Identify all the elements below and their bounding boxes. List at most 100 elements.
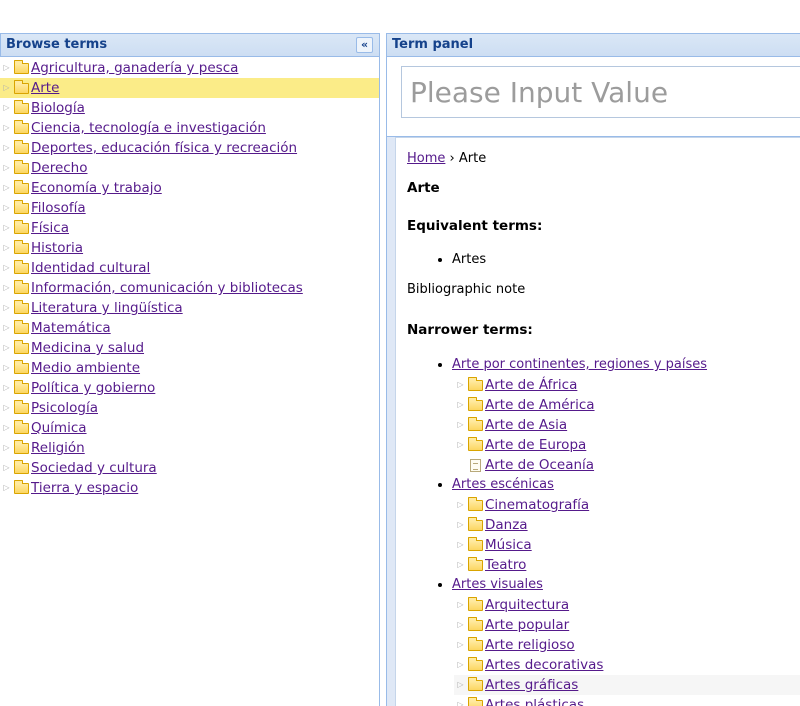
term-link[interactable]: Arquitectura — [485, 595, 569, 615]
breadcrumb-home-link[interactable]: Home — [407, 151, 445, 166]
term-link[interactable]: Deportes, educación física y recreación — [31, 138, 297, 158]
tree-node[interactable]: ▷ Economía y trabajo — [0, 178, 379, 198]
tree-node[interactable]: ▷ Tierra y espacio — [0, 478, 379, 498]
term-link[interactable]: Cinematografía — [485, 495, 589, 515]
tree-node[interactable]: Arte de Oceanía — [454, 455, 800, 475]
collapse-panel-button[interactable]: « — [356, 37, 373, 53]
expand-arrow-icon[interactable]: ▷ — [0, 238, 13, 258]
term-link[interactable]: Historia — [31, 238, 83, 258]
expand-arrow-icon[interactable]: ▷ — [0, 118, 13, 138]
tree-node[interactable]: ▷ Arte de Asia — [454, 415, 800, 435]
tree-node[interactable]: ▷ Historia — [0, 238, 379, 258]
tree-node[interactable]: ▷ Ciencia, tecnología e investigación — [0, 118, 379, 138]
expand-arrow-icon[interactable]: ▷ — [454, 515, 467, 535]
expand-arrow-icon[interactable]: ▷ — [454, 395, 467, 415]
tree-node[interactable]: ▷ Artes plásticas — [454, 695, 800, 706]
tree-node[interactable]: ▷ Religión — [0, 438, 379, 458]
expand-arrow-icon[interactable]: ▷ — [454, 435, 467, 455]
expand-arrow-icon[interactable]: ▷ — [0, 418, 13, 438]
tree-node[interactable]: ▷ Medio ambiente — [0, 358, 379, 378]
tree-node[interactable]: ▷ Derecho — [0, 158, 379, 178]
tree-node[interactable]: ▷ Física — [0, 218, 379, 238]
term-link[interactable]: Arte de África — [485, 375, 577, 395]
term-link[interactable]: Derecho — [31, 158, 88, 178]
expand-arrow-icon[interactable]: ▷ — [454, 555, 467, 575]
tree-node[interactable]: ▷ Artes gráficas — [454, 675, 800, 695]
tree-node[interactable]: ▷ Arte — [0, 78, 379, 98]
tree-node[interactable]: ▷ Arte de Europa — [454, 435, 800, 455]
tree-node[interactable]: ▷ Arte de África — [454, 375, 800, 395]
tree-node[interactable]: ▷ Arte popular — [454, 615, 800, 635]
term-link[interactable]: Medicina y salud — [31, 338, 144, 358]
expand-arrow-icon[interactable]: ▷ — [454, 535, 467, 555]
expand-arrow-icon[interactable]: ▷ — [0, 198, 13, 218]
term-link[interactable]: Música — [485, 535, 532, 555]
expand-arrow-icon[interactable]: ▷ — [454, 375, 467, 395]
term-link[interactable]: Teatro — [485, 555, 526, 575]
expand-arrow-icon[interactable]: ▷ — [0, 218, 13, 238]
expand-arrow-icon[interactable]: ▷ — [0, 478, 13, 498]
term-link[interactable]: Arte popular — [485, 615, 569, 635]
term-link[interactable]: Literatura y lingüística — [31, 298, 183, 318]
expand-arrow-icon[interactable]: ▷ — [454, 675, 467, 695]
term-link[interactable]: Arte de América — [485, 395, 595, 415]
expand-arrow-icon[interactable]: ▷ — [0, 318, 13, 338]
tree-node[interactable]: ▷ Danza — [454, 515, 800, 535]
term-link[interactable]: Identidad cultural — [31, 258, 150, 278]
expand-arrow-icon[interactable]: ▷ — [0, 398, 13, 418]
tree-node[interactable]: ▷ Identidad cultural — [0, 258, 379, 278]
expand-arrow-icon[interactable]: ▷ — [454, 495, 467, 515]
narrower-term-link[interactable]: Arte por continentes, regiones y países — [452, 357, 707, 372]
term-search-input[interactable] — [401, 66, 800, 118]
expand-arrow-icon[interactable]: ▷ — [454, 695, 467, 706]
tree-node[interactable]: ▷ Teatro — [454, 555, 800, 575]
tree-node[interactable]: ▷ Arquitectura — [454, 595, 800, 615]
term-link[interactable]: Artes plásticas — [485, 695, 584, 706]
expand-arrow-icon[interactable]: ▷ — [0, 438, 13, 458]
expand-arrow-icon[interactable]: ▷ — [454, 595, 467, 615]
tree-node[interactable]: ▷ Arte de América — [454, 395, 800, 415]
tree-node[interactable]: ▷ Química — [0, 418, 379, 438]
term-link[interactable]: Religión — [31, 438, 85, 458]
tree-node[interactable]: ▷ Política y gobierno — [0, 378, 379, 398]
term-link[interactable]: Economía y trabajo — [31, 178, 162, 198]
term-link[interactable]: Agricultura, ganadería y pesca — [31, 58, 238, 78]
tree-node[interactable]: ▷ Matemática — [0, 318, 379, 338]
term-link[interactable]: Arte de Europa — [485, 435, 586, 455]
expand-arrow-icon[interactable]: ▷ — [0, 138, 13, 158]
term-link[interactable]: Artes decorativas — [485, 655, 603, 675]
expand-arrow-icon[interactable]: ▷ — [0, 278, 13, 298]
tree-node[interactable]: ▷ Literatura y lingüística — [0, 298, 379, 318]
expand-arrow-icon[interactable]: ▷ — [0, 258, 13, 278]
term-link[interactable]: Arte de Oceanía — [485, 455, 594, 475]
term-link[interactable]: Medio ambiente — [31, 358, 140, 378]
term-link[interactable]: Química — [31, 418, 87, 438]
term-link[interactable]: Física — [31, 218, 69, 238]
expand-arrow-icon[interactable]: ▷ — [0, 78, 13, 98]
tree-node[interactable]: ▷ Agricultura, ganadería y pesca — [0, 58, 379, 78]
expand-arrow-icon[interactable]: ▷ — [0, 458, 13, 478]
tree-node[interactable]: ▷ Artes decorativas — [454, 655, 800, 675]
term-link[interactable]: Danza — [485, 515, 528, 535]
expand-arrow-icon[interactable]: ▷ — [0, 178, 13, 198]
tree-node[interactable]: ▷ Cinematografía — [454, 495, 800, 515]
tree-node[interactable]: ▷ Biología — [0, 98, 379, 118]
expand-arrow-icon[interactable]: ▷ — [454, 655, 467, 675]
term-link[interactable]: Arte — [31, 78, 59, 98]
term-link[interactable]: Matemática — [31, 318, 111, 338]
narrower-term-link[interactable]: Artes visuales — [452, 577, 543, 592]
term-link[interactable]: Ciencia, tecnología e investigación — [31, 118, 266, 138]
term-link[interactable]: Psicología — [31, 398, 98, 418]
term-link[interactable]: Arte religioso — [485, 635, 575, 655]
term-link[interactable]: Política y gobierno — [31, 378, 155, 398]
expand-arrow-icon[interactable]: ▷ — [0, 358, 13, 378]
expand-arrow-icon[interactable]: ▷ — [454, 635, 467, 655]
tree-node[interactable]: ▷ Psicología — [0, 398, 379, 418]
expand-arrow-icon[interactable]: ▷ — [0, 98, 13, 118]
expand-arrow-icon[interactable]: ▷ — [454, 615, 467, 635]
expand-arrow-icon[interactable]: ▷ — [0, 378, 13, 398]
expand-arrow-icon[interactable]: ▷ — [0, 298, 13, 318]
tree-node[interactable]: ▷ Sociedad y cultura — [0, 458, 379, 478]
expand-arrow-icon[interactable]: ▷ — [454, 415, 467, 435]
term-link[interactable]: Arte de Asia — [485, 415, 567, 435]
